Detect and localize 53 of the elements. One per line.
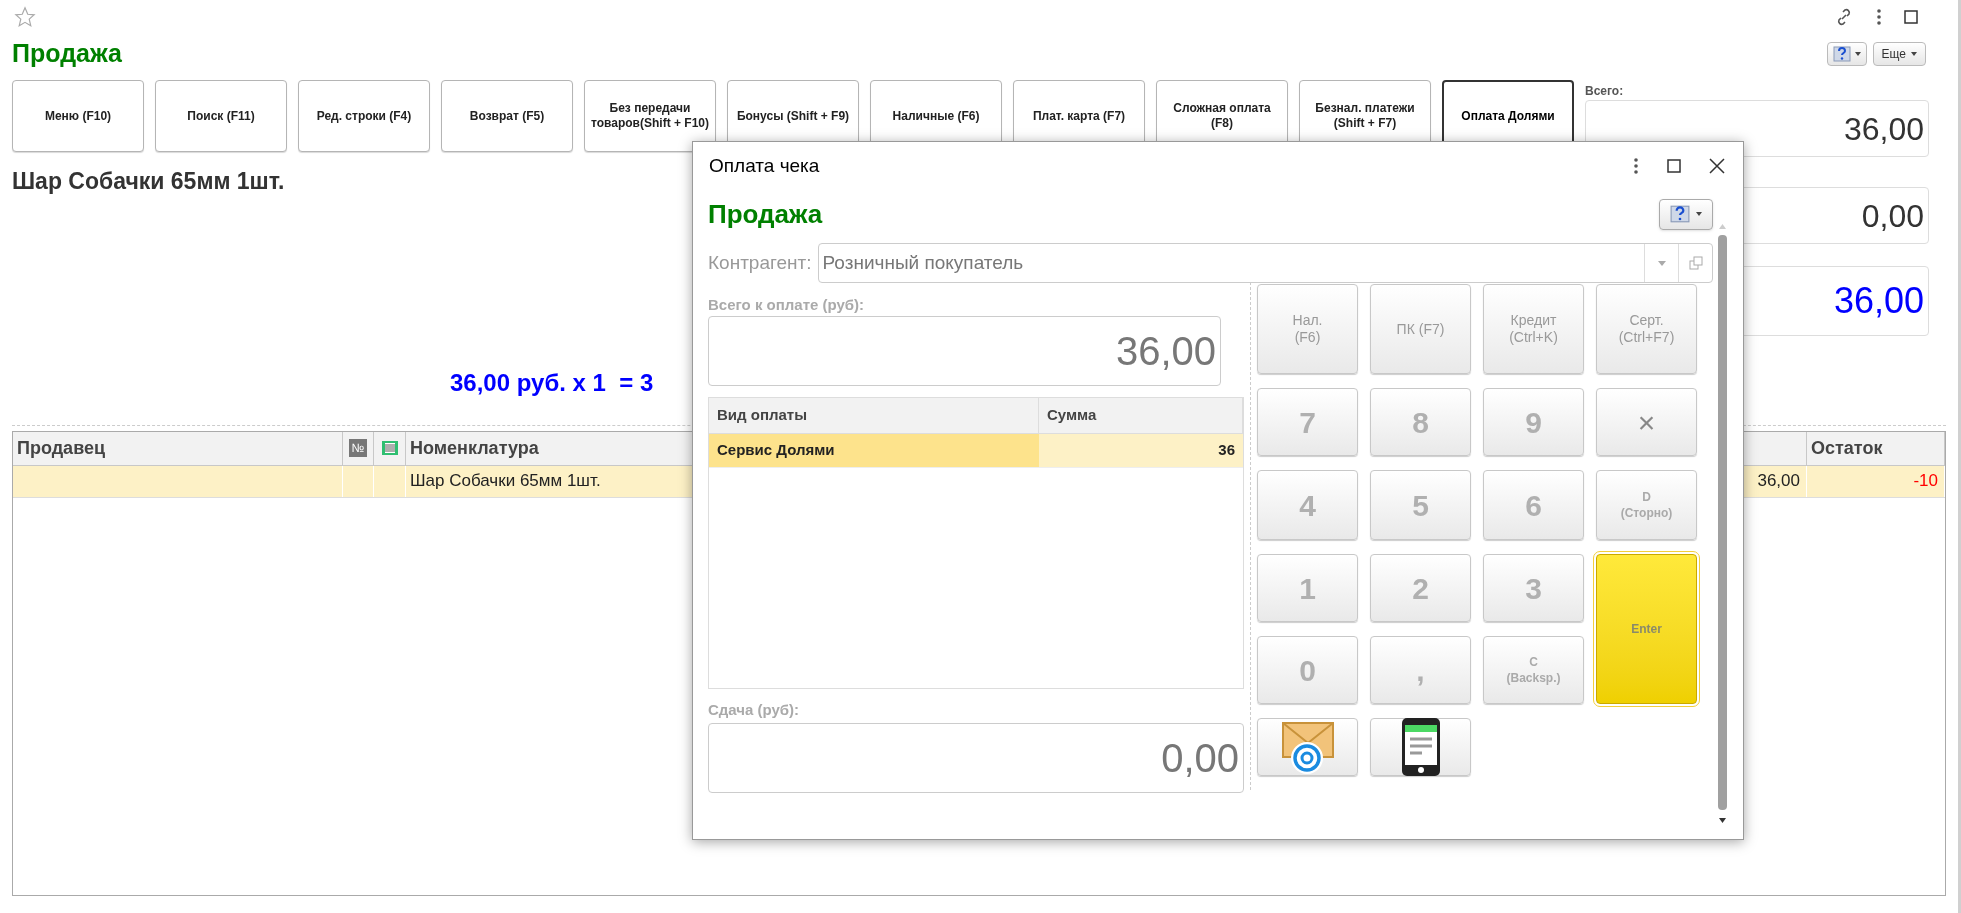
total-label: Всего к оплате (руб): <box>708 295 866 315</box>
table-cell-text: -10 <box>1913 470 1938 493</box>
enter-button[interactable]: Enter <box>1596 554 1697 704</box>
smartphone-icon <box>1400 717 1441 777</box>
price-line: 36,00 руб. x 1 = 3 <box>450 367 654 398</box>
scroll-down-icon[interactable] <box>1718 818 1726 823</box>
column-header[interactable]: Продавец <box>13 431 343 465</box>
caret-icon <box>1911 52 1917 56</box>
phone-button[interactable] <box>1370 718 1471 776</box>
help-icon <box>1832 46 1851 62</box>
product-name: Шар Собачки 65мм 1шт. <box>12 167 285 196</box>
table-cell: Сервис Долями <box>709 434 1039 467</box>
counterparty-label: Контрагент: <box>708 250 812 275</box>
maximize-icon[interactable] <box>1904 10 1918 24</box>
toolbar-button[interactable]: Меню (F10) <box>12 80 144 152</box>
maximize-icon[interactable] <box>1667 159 1681 173</box>
help-icon <box>1670 205 1690 223</box>
counterparty-value: Розничный покупатель <box>821 250 1025 275</box>
payment-row[interactable]: Сервис Долями 36 <box>709 434 1243 468</box>
dialog-title: Оплата чека <box>709 153 820 178</box>
toolbar-button[interactable]: Поиск (F11) <box>155 80 287 152</box>
table-cell: 36 <box>1039 434 1243 467</box>
column-header[interactable]: Вид оплаты <box>709 398 1039 433</box>
change-field: 0,00 <box>708 723 1244 793</box>
more-icon[interactable] <box>1633 157 1639 175</box>
number-column-header[interactable]: № <box>349 439 367 457</box>
dialog-heading: Продажа <box>708 197 823 231</box>
table-cell-text: Шар Собачки 65мм 1шт. <box>410 470 601 493</box>
caret-icon <box>1696 212 1702 216</box>
keypad-button[interactable]: Кредит (Ctrl+K) <box>1483 284 1584 374</box>
scrollbar-thumb[interactable] <box>1717 235 1727 810</box>
toolbar-button[interactable]: Ред. строки (F4) <box>298 80 430 152</box>
total-field: 36,00 <box>708 316 1221 386</box>
table-cell-text: 36,00 <box>1757 470 1800 493</box>
page-title: Продажа <box>12 38 122 70</box>
toolbar-button[interactable]: Без передачи товаров(Shift + F10) <box>584 80 716 152</box>
keypad-button[interactable]: ПК (F7) <box>1370 284 1471 374</box>
column-header[interactable]: Остаток <box>1807 431 1945 465</box>
keypad-button[interactable]: × <box>1596 388 1697 456</box>
help-button[interactable] <box>1659 198 1713 230</box>
change-label: Сдача (руб): <box>708 700 801 720</box>
more-button[interactable]: Еще <box>1872 42 1926 66</box>
star-icon[interactable] <box>14 6 36 28</box>
keypad-button[interactable]: Нал. (F6) <box>1257 284 1358 374</box>
caret-icon <box>1854 52 1861 56</box>
email-button[interactable] <box>1257 718 1358 776</box>
toolbar-button[interactable]: Возврат (F5) <box>441 80 573 152</box>
help-button[interactable] <box>1826 42 1867 66</box>
total-label: Всего: <box>1585 83 1625 100</box>
more-icon[interactable] <box>1876 8 1882 26</box>
keypad-button[interactable]: Серт. (Ctrl+F7) <box>1596 284 1697 374</box>
column-header[interactable]: Сумма <box>1039 398 1243 433</box>
close-icon[interactable] <box>1709 158 1725 174</box>
